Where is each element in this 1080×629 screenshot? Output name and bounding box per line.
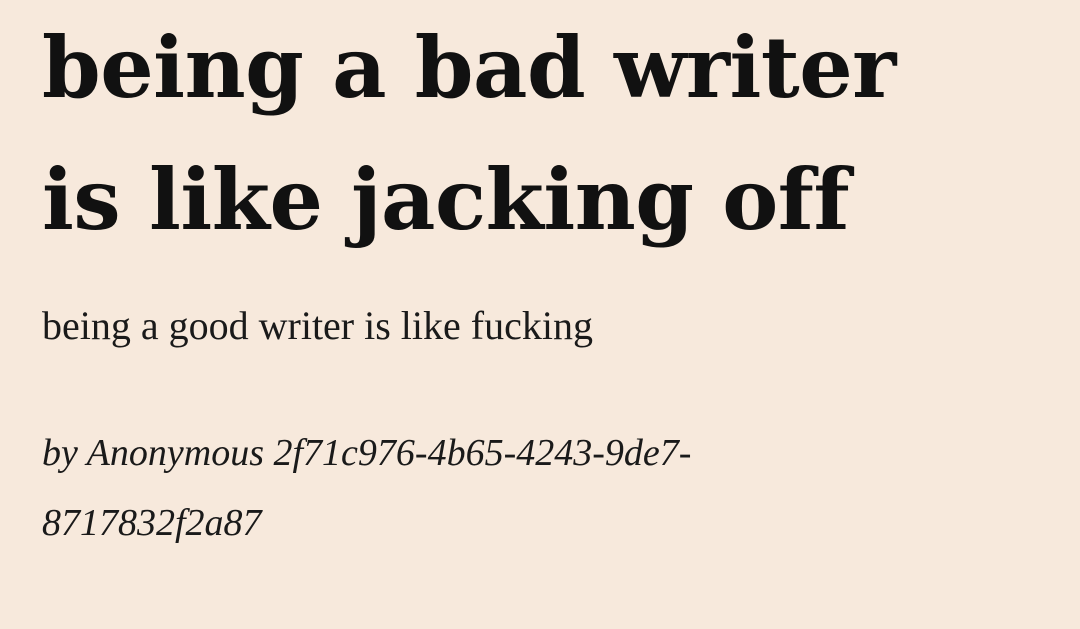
poem-title: being a bad writer is like jacking off [42, 2, 1072, 266]
poem-title-line: is like jacking off [42, 150, 850, 249]
poem-byline-line: 8717832f2a87 [42, 502, 262, 544]
poem-byline: by Anonymous 2f71c976-4b65-4243-9de7- 87… [42, 418, 942, 558]
poem-subtitle: being a good writer is like fucking [42, 303, 593, 348]
poem-card: being a bad writer is like jacking off b… [0, 0, 1080, 629]
poem-byline-line: by Anonymous 2f71c976-4b65-4243-9de7- [42, 432, 692, 474]
poem-title-line: being a bad writer [42, 18, 896, 117]
